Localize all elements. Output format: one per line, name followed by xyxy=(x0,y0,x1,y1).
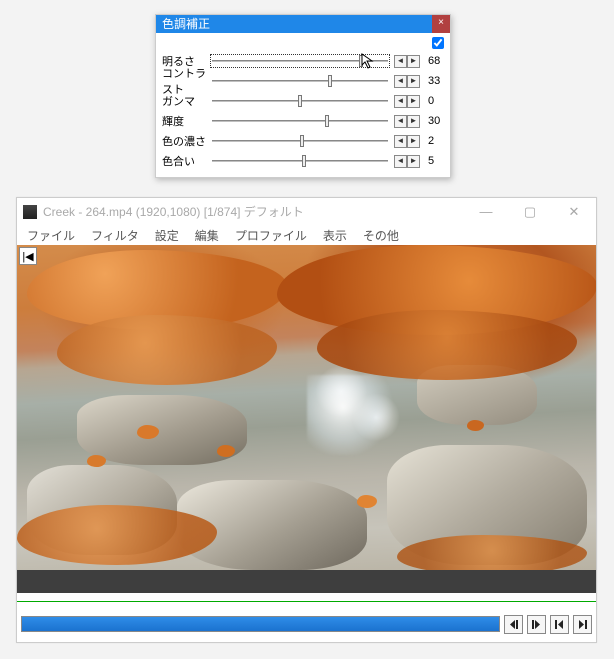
video-surface[interactable]: |◀ xyxy=(17,245,596,570)
menu-item[interactable]: 編集 xyxy=(189,227,225,244)
slider-label: 色の濃さ xyxy=(162,133,206,149)
decrement-button[interactable]: ◄ xyxy=(394,115,407,128)
dialog-titlebar[interactable]: 色調補正 × xyxy=(156,15,450,33)
menu-item[interactable]: 表示 xyxy=(317,227,353,244)
increment-button[interactable]: ► xyxy=(407,155,420,168)
increment-button[interactable]: ► xyxy=(407,75,420,88)
window-titlebar[interactable]: Creek - 264.mp4 (1920,1080) [1/874] デフォル… xyxy=(17,198,596,225)
seek-start-badge[interactable]: |◀ xyxy=(19,247,37,265)
control-bar xyxy=(17,609,596,639)
menu-item[interactable]: 設定 xyxy=(149,227,185,244)
slider-value: 30 xyxy=(424,115,444,127)
close-window-button[interactable]: ✕ xyxy=(552,198,596,225)
color-correction-dialog: 色調補正 × 明るさ◄►68コントラスト◄►33ガンマ◄►0輝度◄►30色の濃さ… xyxy=(155,14,451,178)
decrement-button[interactable]: ◄ xyxy=(394,135,407,148)
slider[interactable] xyxy=(210,74,390,88)
slider-value: 68 xyxy=(424,55,444,67)
menubar: ファイルフィルタ設定編集プロファイル表示その他 xyxy=(17,225,596,245)
dialog-title: 色調補正 xyxy=(162,15,210,33)
increment-button[interactable]: ► xyxy=(407,95,420,108)
increment-button[interactable]: ► xyxy=(407,55,420,68)
slider-value: 5 xyxy=(424,155,444,167)
slider-value: 2 xyxy=(424,135,444,147)
timeline-marker-strip[interactable] xyxy=(17,593,596,609)
slider-label: 輝度 xyxy=(162,113,206,129)
app-icon xyxy=(23,205,37,219)
slider[interactable] xyxy=(210,154,390,168)
slider-row: コントラスト◄►33 xyxy=(162,71,444,91)
video-player-window: Creek - 264.mp4 (1920,1080) [1/874] デフォル… xyxy=(16,197,597,643)
goto-start-button[interactable] xyxy=(550,615,569,634)
slider[interactable] xyxy=(210,54,390,68)
menu-item[interactable]: その他 xyxy=(357,227,405,244)
timeline-strip[interactable] xyxy=(17,570,596,593)
decrement-button[interactable]: ◄ xyxy=(394,155,407,168)
slider-row: ガンマ ◄► 0 xyxy=(162,91,444,111)
increment-button[interactable]: ► xyxy=(407,115,420,128)
decrement-button[interactable]: ◄ xyxy=(394,55,407,68)
decrement-button[interactable]: ◄ xyxy=(394,95,407,108)
window-title: Creek - 264.mp4 (1920,1080) [1/874] デフォル… xyxy=(43,203,304,220)
close-button[interactable]: × xyxy=(432,15,450,33)
goto-end-button[interactable] xyxy=(573,615,592,634)
slider-value: 0 xyxy=(424,95,444,107)
slider-label: ガンマ xyxy=(162,93,206,109)
step-back-button[interactable] xyxy=(504,615,523,634)
menu-item[interactable]: プロファイル xyxy=(229,227,313,244)
dialog-body: 明るさ◄►68コントラスト◄►33ガンマ◄►0輝度◄►30色の濃さ◄►2色合い◄… xyxy=(156,33,450,177)
enable-checkbox[interactable] xyxy=(432,37,444,49)
menu-item[interactable]: ファイル xyxy=(21,227,81,244)
maximize-button[interactable]: ▢ xyxy=(508,198,552,225)
step-fwd-button[interactable] xyxy=(527,615,546,634)
slider[interactable] xyxy=(210,94,390,108)
slider-label: 色合い xyxy=(162,153,206,169)
minimize-button[interactable]: — xyxy=(464,198,508,225)
slider-value: 33 xyxy=(424,75,444,87)
slider[interactable] xyxy=(210,114,390,128)
progress-slider[interactable] xyxy=(21,616,500,632)
menu-item[interactable]: フィルタ xyxy=(85,227,145,244)
slider-row: 輝度 ◄► 30 xyxy=(162,111,444,131)
slider-row: 色合い ◄► 5 xyxy=(162,151,444,171)
slider[interactable] xyxy=(210,134,390,148)
increment-button[interactable]: ► xyxy=(407,135,420,148)
slider-row: 色の濃さ ◄► 2 xyxy=(162,131,444,151)
decrement-button[interactable]: ◄ xyxy=(394,75,407,88)
